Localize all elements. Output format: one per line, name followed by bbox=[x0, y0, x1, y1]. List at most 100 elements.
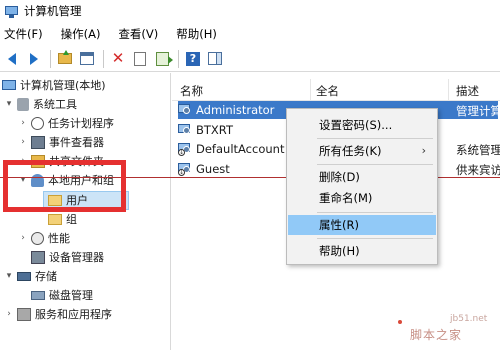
tree-item-label: 事件查看器 bbox=[49, 136, 104, 149]
menu-item-rename[interactable]: 重命名(M) bbox=[288, 188, 436, 208]
computer-management-icon bbox=[5, 5, 18, 18]
menu-separator bbox=[317, 138, 433, 139]
expand-chevron-icon[interactable]: › bbox=[18, 156, 28, 166]
action-pane-button[interactable] bbox=[205, 49, 225, 69]
column-header-description[interactable]: 描述 bbox=[456, 83, 479, 99]
tree-item-services-apps[interactable]: › 服务和应用程序 bbox=[4, 305, 112, 323]
storage-icon bbox=[17, 271, 31, 281]
disk-icon bbox=[31, 290, 45, 300]
user-icon bbox=[178, 103, 192, 117]
column-header-name[interactable]: 名称 bbox=[180, 83, 203, 99]
disabled-user-icon: ↓ bbox=[178, 162, 192, 176]
toolbar: ✕ ? bbox=[0, 46, 500, 72]
tools-icon bbox=[17, 97, 29, 111]
column-divider[interactable] bbox=[448, 79, 449, 101]
context-menu: 设置密码(S)... 所有任务(K) › 删除(D) 重命名(M) 属性(R) … bbox=[286, 108, 438, 265]
user-name: DefaultAccount bbox=[196, 142, 285, 156]
tree-item-device-manager[interactable]: 设备管理器 bbox=[31, 248, 104, 266]
menu-file[interactable]: 文件(F) bbox=[0, 26, 47, 42]
up-one-level-button[interactable] bbox=[55, 49, 75, 69]
tree-item-label: 任务计划程序 bbox=[48, 117, 114, 130]
tree-item-system-tools[interactable]: ▾ 系统工具 bbox=[4, 95, 77, 113]
clock-icon bbox=[31, 116, 44, 130]
back-button[interactable] bbox=[2, 49, 22, 69]
tree-item-root[interactable]: 计算机管理(本地) bbox=[2, 76, 106, 94]
show-hide-tree-button[interactable] bbox=[77, 49, 97, 69]
delete-icon: ✕ bbox=[111, 49, 125, 67]
tree-item-disk-management[interactable]: 磁盘管理 bbox=[31, 286, 93, 304]
tree-item-label: 存储 bbox=[35, 270, 57, 283]
column-header-fullname[interactable]: 全名 bbox=[316, 83, 339, 99]
export-list-icon bbox=[155, 51, 173, 66]
expand-chevron-icon[interactable]: › bbox=[18, 233, 28, 243]
expand-chevron-icon[interactable]: › bbox=[18, 118, 28, 128]
tree-item-label: 组 bbox=[66, 213, 77, 226]
up-folder-icon bbox=[58, 50, 72, 64]
tree-item-label: 本地用户和组 bbox=[48, 174, 114, 187]
menu-separator bbox=[317, 238, 433, 239]
help-button[interactable]: ? bbox=[183, 49, 203, 69]
tree-item-label: 用户 bbox=[66, 194, 88, 207]
collapse-chevron-icon[interactable]: ▾ bbox=[18, 175, 28, 185]
tree-item-users[interactable]: 用户 bbox=[48, 191, 88, 209]
watermark-logo-text: 脚本之家 bbox=[410, 328, 463, 342]
tree-item-groups[interactable]: 组 bbox=[48, 210, 77, 228]
menu-item-label: 所有任务(K) bbox=[319, 144, 382, 158]
watermark-dot bbox=[398, 320, 402, 324]
tree-item-label: 性能 bbox=[48, 232, 70, 245]
menu-action[interactable]: 操作(A) bbox=[57, 26, 105, 42]
menu-separator bbox=[317, 164, 433, 165]
back-arrow-icon bbox=[8, 52, 16, 65]
export-list-button[interactable] bbox=[152, 49, 173, 69]
show-hide-tree-icon bbox=[80, 52, 94, 65]
toolbar-separator bbox=[50, 49, 51, 68]
services-icon bbox=[17, 307, 31, 321]
device-manager-icon bbox=[31, 250, 45, 264]
menu-item-delete[interactable]: 删除(D) bbox=[288, 167, 436, 187]
collapse-chevron-icon[interactable]: ▾ bbox=[4, 271, 14, 281]
window-title: 计算机管理 bbox=[24, 4, 82, 18]
tree-item-label: 计算机管理(本地) bbox=[20, 79, 106, 92]
tree-item-label: 磁盘管理 bbox=[49, 289, 93, 302]
menu-item-set-password[interactable]: 设置密码(S)... bbox=[288, 115, 436, 135]
action-pane-icon bbox=[208, 52, 222, 65]
forward-arrow-icon bbox=[30, 52, 38, 65]
tree-item-local-users-groups[interactable]: ▾ 本地用户和组 bbox=[18, 171, 114, 189]
folder-icon bbox=[48, 194, 62, 206]
tree-item-shared-folders[interactable]: › 共享文件夹 bbox=[18, 152, 104, 170]
toolbar-separator bbox=[103, 49, 104, 68]
user-description: 供来宾访 bbox=[456, 163, 500, 177]
event-viewer-icon bbox=[31, 135, 45, 149]
tree-item-label: 设备管理器 bbox=[49, 251, 104, 264]
users-group-icon bbox=[31, 173, 44, 187]
expand-chevron-icon[interactable]: › bbox=[18, 137, 28, 147]
properties-button[interactable] bbox=[130, 49, 150, 69]
tree-item-storage[interactable]: ▾ 存储 bbox=[4, 267, 57, 285]
help-icon: ? bbox=[186, 51, 200, 66]
title-bar: 计算机管理 bbox=[0, 0, 500, 22]
tree-item-event-viewer[interactable]: › 事件查看器 bbox=[18, 133, 104, 151]
tree-item-label: 系统工具 bbox=[33, 98, 77, 111]
menu-item-all-tasks[interactable]: 所有任务(K) › bbox=[288, 141, 436, 161]
tree-item-performance[interactable]: › 性能 bbox=[18, 229, 70, 247]
user-description: 系统管理 bbox=[456, 143, 500, 157]
delete-button[interactable]: ✕ bbox=[108, 49, 128, 69]
toolbar-separator bbox=[178, 49, 179, 68]
user-name: BTXRT bbox=[196, 123, 233, 137]
user-name: Guest bbox=[196, 162, 230, 176]
list-header: 名称 全名 描述 bbox=[172, 79, 500, 101]
user-description: 管理计算 bbox=[456, 104, 500, 118]
menu-item-properties[interactable]: 属性(R) bbox=[288, 215, 436, 235]
forward-button[interactable] bbox=[24, 49, 44, 69]
properties-icon bbox=[134, 51, 146, 66]
expand-chevron-icon[interactable]: › bbox=[4, 309, 14, 319]
menu-item-help[interactable]: 帮助(H) bbox=[288, 241, 436, 261]
shared-folder-icon bbox=[31, 154, 45, 168]
disabled-user-icon: ↓ bbox=[178, 142, 192, 156]
menu-help[interactable]: 帮助(H) bbox=[172, 26, 221, 42]
user-name: Administrator bbox=[196, 103, 275, 117]
column-divider[interactable] bbox=[310, 79, 311, 101]
tree-item-task-scheduler[interactable]: › 任务计划程序 bbox=[18, 114, 114, 132]
menu-view[interactable]: 查看(V) bbox=[114, 26, 162, 42]
collapse-chevron-icon[interactable]: ▾ bbox=[4, 99, 14, 109]
